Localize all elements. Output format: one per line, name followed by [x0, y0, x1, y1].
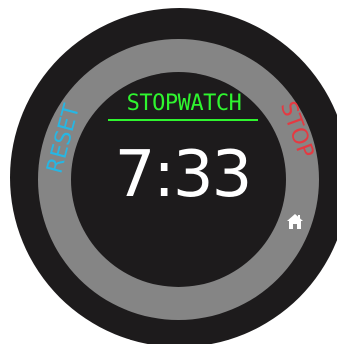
app-title: STOPWATCH: [126, 91, 242, 116]
stopwatch-time: 7:33: [114, 138, 253, 212]
home-button[interactable]: [285, 212, 305, 232]
stopwatch-screen: STOPWATCH 7:33 RESET STOP: [0, 0, 337, 344]
title-underline: [108, 119, 258, 121]
home-icon: [285, 212, 305, 232]
